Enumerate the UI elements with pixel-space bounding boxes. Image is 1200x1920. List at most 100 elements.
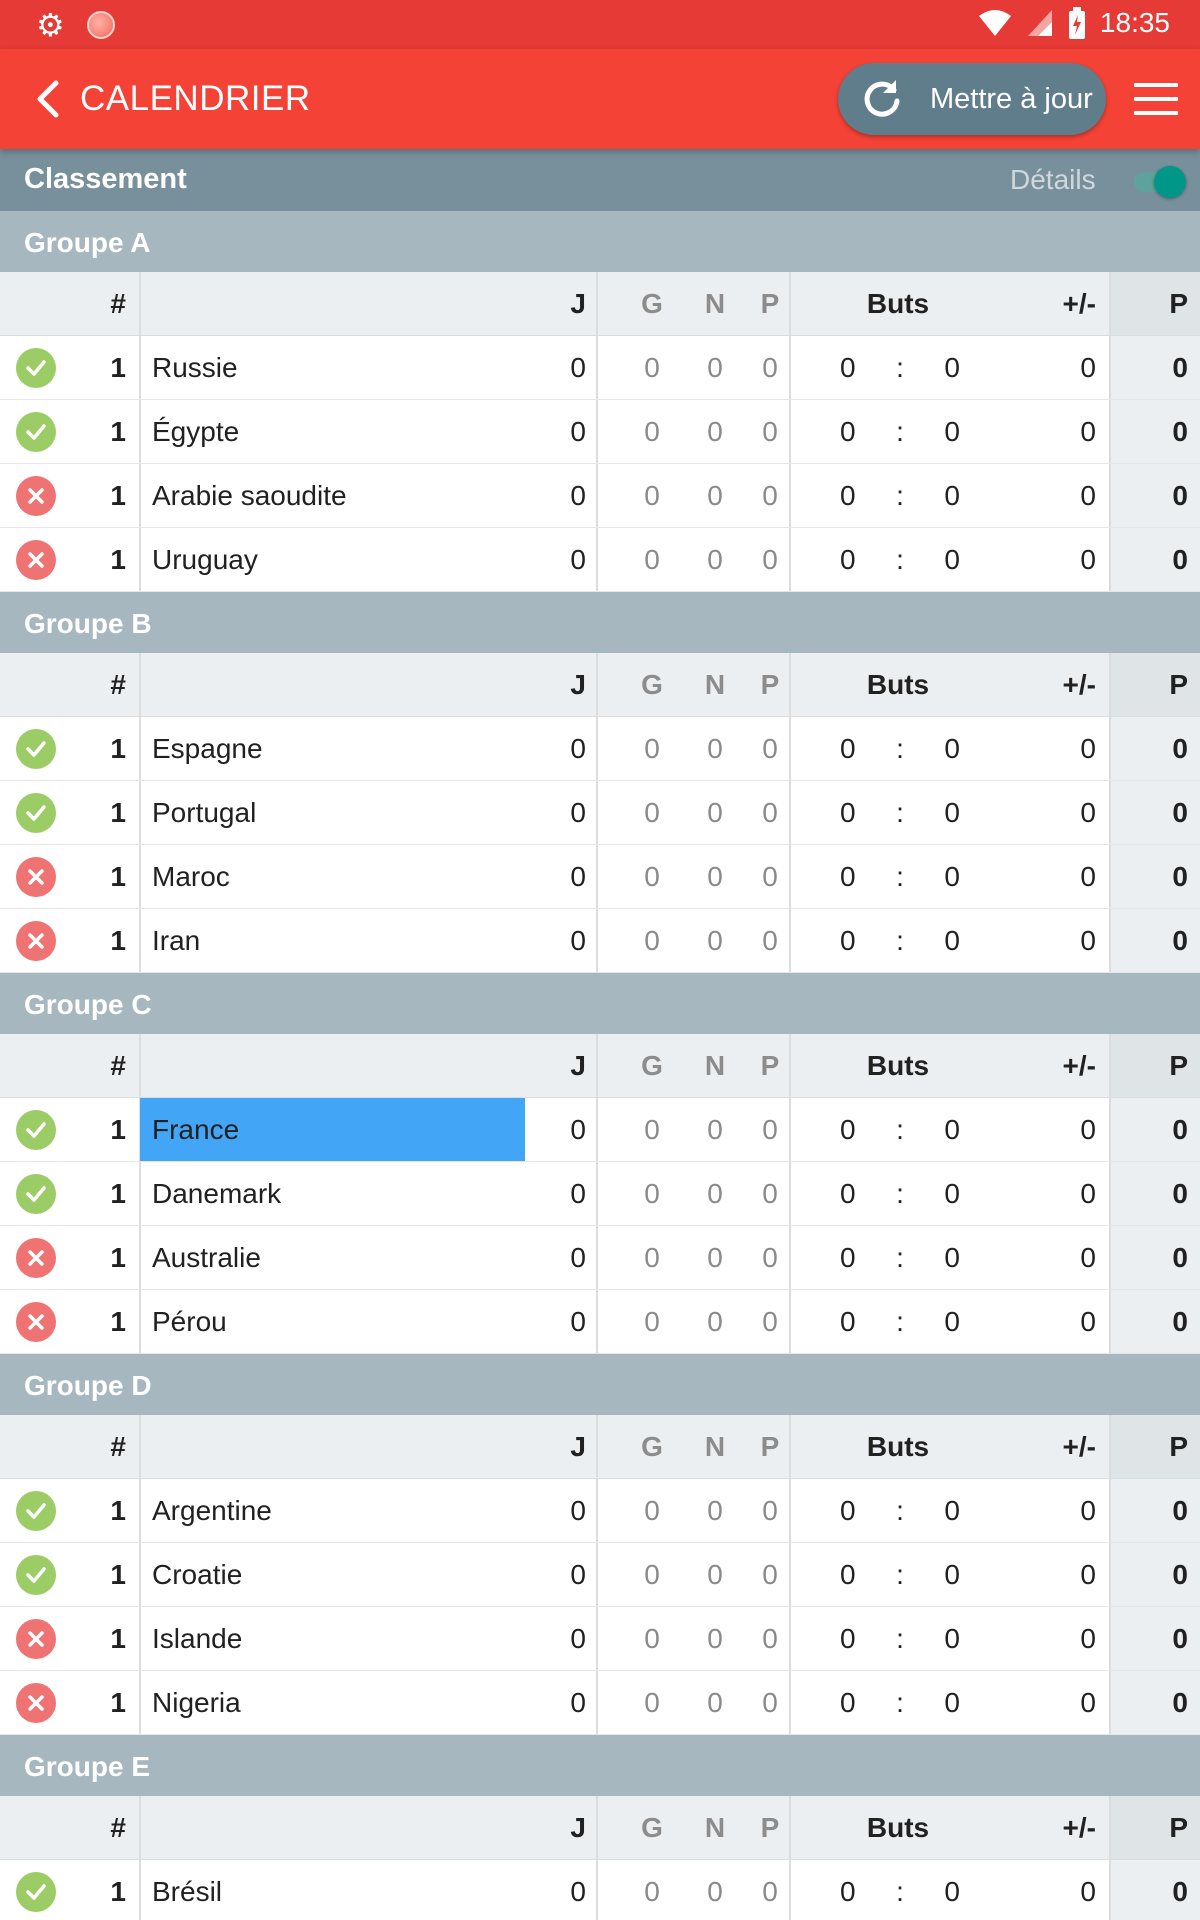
group-title: Groupe C	[0, 973, 1200, 1034]
team-name[interactable]: Maroc	[140, 845, 525, 908]
qualified-check-icon	[16, 411, 56, 452]
goals-separator: :	[896, 351, 904, 383]
goals: 0: 0	[840, 1290, 960, 1353]
lost: 0	[762, 860, 778, 892]
goal-difference: 0	[1080, 1686, 1096, 1718]
table-row[interactable]: 1 Russie 0 0 0 0 0: 0 0 0	[0, 336, 1200, 400]
goals: 0: 0	[840, 1607, 960, 1670]
team-name[interactable]: Brésil	[140, 1860, 525, 1920]
goals-for: 0	[840, 1113, 856, 1145]
goals-separator: :	[896, 1622, 904, 1654]
played: 0	[570, 924, 586, 956]
goals: 0: 0	[840, 528, 960, 591]
col-j-header: J	[570, 1811, 586, 1843]
wifi-icon	[978, 10, 1011, 36]
col-g-header: G	[641, 668, 663, 700]
team-rank: 1	[110, 479, 126, 511]
table-row[interactable]: 1 Croatie 0 0 0 0 0: 0 0 0	[0, 1543, 1200, 1607]
team-rank: 1	[110, 1177, 126, 1209]
goals-for: 0	[840, 796, 856, 828]
table-row[interactable]: 1 Arabie saoudite 0 0 0 0 0: 0 0 0	[0, 464, 1200, 528]
goals-for: 0	[840, 351, 856, 383]
table-row[interactable]: 1 Islande 0 0 0 0 0: 0 0 0	[0, 1607, 1200, 1671]
col-rank-header: #	[110, 287, 126, 319]
played: 0	[570, 796, 586, 828]
table-row[interactable]: 1 Australie 0 0 0 0 0: 0 0 0	[0, 1226, 1200, 1290]
team-name[interactable]: Égypte	[140, 400, 525, 463]
points: 0	[1172, 1305, 1188, 1337]
team-name[interactable]: Nigeria	[140, 1671, 525, 1734]
team-rank: 1	[110, 1558, 126, 1590]
table-row[interactable]: 1 Égypte 0 0 0 0 0: 0 0 0	[0, 400, 1200, 464]
goals-against: 0	[944, 924, 960, 956]
won: 0	[644, 860, 660, 892]
goals-for: 0	[840, 1241, 856, 1273]
table-row[interactable]: 1 Espagne 0 0 0 0 0: 0 0 0	[0, 717, 1200, 781]
points: 0	[1172, 924, 1188, 956]
table-row[interactable]: 1 Brésil 0 0 0 0 0: 0 0 0	[0, 1860, 1200, 1920]
goals-against: 0	[944, 1875, 960, 1907]
qualified-check-icon	[16, 1109, 56, 1150]
col-n-header: N	[704, 287, 726, 319]
table-row[interactable]: 1 Iran 0 0 0 0 0: 0 0 0	[0, 909, 1200, 973]
team-name[interactable]: Islande	[140, 1607, 525, 1670]
team-rank: 1	[110, 1686, 126, 1718]
table-header: # J G N P Buts +/- P	[0, 1796, 1200, 1860]
eliminated-x-icon	[16, 920, 56, 961]
won: 0	[644, 732, 660, 764]
goals-separator: :	[896, 732, 904, 764]
table-row[interactable]: 1 Pérou 0 0 0 0 0: 0 0 0	[0, 1290, 1200, 1354]
group-section: Groupe E # J G N P Buts +/- P 1 Brésil 0 0 0 0 0: 0 0 0	[0, 1735, 1200, 1920]
team-name[interactable]: France	[140, 1098, 525, 1161]
table-row[interactable]: 1 France 0 0 0 0 0: 0 0 0	[0, 1098, 1200, 1162]
won: 0	[644, 1875, 660, 1907]
team-name[interactable]: Pérou	[140, 1290, 525, 1353]
lost: 0	[762, 796, 778, 828]
ball-icon	[86, 11, 115, 39]
goal-difference: 0	[1080, 1305, 1096, 1337]
team-name[interactable]: Croatie	[140, 1543, 525, 1606]
table-row[interactable]: 1 Argentine 0 0 0 0 0: 0 0 0	[0, 1479, 1200, 1543]
eliminated-x-icon	[16, 1682, 56, 1723]
table-row[interactable]: 1 Nigeria 0 0 0 0 0: 0 0 0	[0, 1671, 1200, 1735]
goals-for: 0	[840, 924, 856, 956]
goals-separator: :	[896, 1305, 904, 1337]
goals-against: 0	[944, 1241, 960, 1273]
goals-for: 0	[840, 415, 856, 447]
group-title: Groupe B	[0, 592, 1200, 653]
team-name[interactable]: Australie	[140, 1226, 525, 1289]
team-name[interactable]: Arabie saoudite	[140, 464, 525, 527]
team-name[interactable]: Iran	[140, 909, 525, 972]
group-section: Groupe D # J G N P Buts +/- P 1 Argentine 0 0 0 0 0:0 0 0…	[0, 1354, 1200, 1735]
goals: 0: 0	[840, 1860, 960, 1920]
menu-icon[interactable]	[1134, 83, 1178, 115]
goals: 0: 0	[840, 717, 960, 780]
col-g-header: G	[641, 1811, 663, 1843]
lost: 0	[762, 1686, 778, 1718]
team-name[interactable]: Espagne	[140, 717, 525, 780]
won: 0	[644, 924, 660, 956]
won: 0	[644, 1622, 660, 1654]
table-row[interactable]: 1 Uruguay 0 0 0 0 0: 0 0 0	[0, 528, 1200, 592]
team-name[interactable]: Russie	[140, 336, 525, 399]
table-row[interactable]: 1 Danemark 0 0 0 0 0: 0 0 0	[0, 1162, 1200, 1226]
table-row[interactable]: 1 Portugal 0 0 0 0 0: 0 0 0	[0, 781, 1200, 845]
col-j-header: J	[570, 1430, 586, 1462]
drawn: 0	[707, 732, 723, 764]
team-name[interactable]: Uruguay	[140, 528, 525, 591]
col-rank-header: #	[110, 1049, 126, 1081]
details-toggle[interactable]	[1132, 166, 1186, 198]
goals: 0: 0	[840, 1098, 960, 1161]
team-name[interactable]: Portugal	[140, 781, 525, 844]
team-rank: 1	[110, 1875, 126, 1907]
won: 0	[644, 1241, 660, 1273]
won: 0	[644, 351, 660, 383]
goals-against: 0	[944, 415, 960, 447]
team-name[interactable]: Argentine	[140, 1479, 525, 1542]
back-icon[interactable]	[30, 77, 70, 121]
table-header: # J G N P Buts +/- P	[0, 1034, 1200, 1098]
page-title: CALENDRIER	[80, 79, 311, 118]
update-button[interactable]: Mettre à jour	[838, 63, 1106, 135]
table-row[interactable]: 1 Maroc 0 0 0 0 0: 0 0 0	[0, 845, 1200, 909]
team-name[interactable]: Danemark	[140, 1162, 525, 1225]
